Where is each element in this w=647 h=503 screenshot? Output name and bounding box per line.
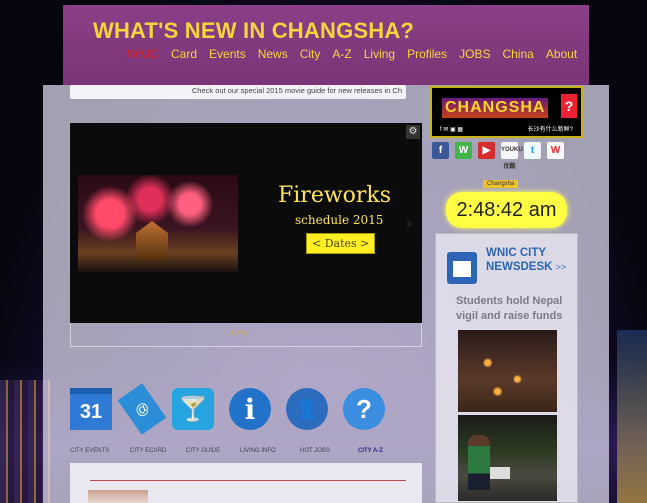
cocktail-icon[interactable]: 🍸 bbox=[172, 388, 214, 430]
nav-item-card[interactable]: Card bbox=[165, 47, 203, 61]
label-city-a-z[interactable]: CITY A-Z bbox=[358, 448, 398, 454]
person-figure bbox=[468, 435, 490, 490]
nav-item-jobs[interactable]: JOBS bbox=[453, 47, 496, 61]
nav-item-about[interactable]: About bbox=[540, 47, 583, 61]
newsdesk-title-line1: WNIC CITY bbox=[486, 247, 547, 259]
article-thumbnail[interactable] bbox=[88, 490, 148, 503]
donation-sign bbox=[490, 467, 510, 479]
label-hot-jobs[interactable]: HOT JOBS bbox=[300, 448, 358, 454]
newsdesk-more-link[interactable]: >> bbox=[556, 262, 567, 272]
quick-links-labels: CITY EVENTS CITY ECARD CITY GUIDE LIVING… bbox=[70, 448, 398, 454]
nav-item-city[interactable]: City bbox=[294, 47, 327, 61]
nav-item-news[interactable]: News bbox=[252, 47, 294, 61]
newsdesk-title[interactable]: WNIC CITY NEWSDESK >> bbox=[486, 246, 566, 274]
logo-tagline: 长沙有什么新鲜? bbox=[527, 127, 573, 133]
ecard-icon[interactable]: @ bbox=[117, 383, 167, 435]
newspaper-icon[interactable] bbox=[447, 252, 477, 284]
nav-item-events[interactable]: Events bbox=[203, 47, 252, 61]
fundraiser-photo[interactable] bbox=[458, 415, 557, 501]
clock-city-label: Changsha bbox=[483, 180, 519, 188]
newsdesk-panel: WNIC CITY NEWSDESK >> Students hold Nepa… bbox=[435, 233, 578, 503]
slider-dot[interactable]: ● Info bbox=[230, 330, 248, 337]
featured-slider[interactable]: Fireworks schedule 2015 < Dates > ⚙ › bbox=[70, 123, 422, 323]
logo-question-mark: ? bbox=[561, 94, 577, 118]
question-icon[interactable]: ? bbox=[343, 388, 385, 430]
facebook-icon[interactable]: f bbox=[432, 142, 449, 159]
wechat-icon[interactable]: W bbox=[455, 142, 472, 159]
site-header: WHAT'S NEW IN CHANGSHA? WNIC Card Events… bbox=[63, 5, 589, 85]
gear-icon[interactable]: ⚙ bbox=[406, 125, 420, 139]
vigil-photo[interactable] bbox=[458, 330, 557, 412]
nav-item-china[interactable]: China bbox=[496, 47, 539, 61]
person-icon[interactable]: 👤 bbox=[286, 388, 328, 430]
nav-item-a-z[interactable]: A-Z bbox=[326, 47, 357, 61]
label-living-info[interactable]: LIVING INFO bbox=[240, 448, 300, 454]
news-headline[interactable]: Students hold Nepal vigil and raise fund… bbox=[456, 294, 566, 324]
label-city-guide[interactable]: CITY GUIDE bbox=[186, 448, 240, 454]
calendar-icon[interactable]: 31 bbox=[70, 388, 112, 430]
slide-title: Fireworks bbox=[278, 183, 392, 208]
twitter-icon[interactable]: t bbox=[524, 142, 541, 159]
youku-icon[interactable]: YOUKU 优酷 bbox=[501, 142, 523, 170]
changsha-logo[interactable]: CHANGSHA ? 长沙有什么新鲜? f ✉ ▣ ▦ bbox=[430, 86, 583, 138]
quick-links-icons: 31 @ 🍸 i 👤 ? bbox=[70, 383, 385, 435]
news-ticker[interactable]: Check out our special 2015 movie guide f… bbox=[70, 85, 406, 99]
dates-button[interactable]: < Dates > bbox=[306, 233, 376, 254]
section-divider bbox=[90, 480, 406, 481]
nav-item-profiles[interactable]: Profiles bbox=[401, 47, 453, 61]
local-time-clock: 2:48:42 am bbox=[446, 192, 567, 228]
youtube-icon[interactable]: ▶ bbox=[478, 142, 495, 159]
logo-text: CHANGSHA bbox=[442, 98, 549, 118]
info-icon[interactable]: i bbox=[229, 388, 271, 430]
site-title[interactable]: WHAT'S NEW IN CHANGSHA? bbox=[93, 18, 414, 44]
newsdesk-title-line2: NEWSDESK bbox=[486, 261, 553, 273]
slide-subtitle: schedule 2015 bbox=[295, 213, 384, 227]
social-links: f W ▶ YOUKU 优酷 t W bbox=[432, 142, 564, 170]
weibo-icon[interactable]: W bbox=[547, 142, 564, 159]
background-tower-right bbox=[617, 330, 647, 503]
label-city-events[interactable]: CITY EVENTS bbox=[70, 448, 130, 454]
nav-item-wnic[interactable]: WNIC bbox=[121, 47, 165, 61]
label-city-ecard[interactable]: CITY ECARD bbox=[130, 448, 186, 454]
logo-share-icons: f ✉ ▣ ▦ bbox=[440, 127, 464, 133]
nav-item-living[interactable]: Living bbox=[358, 47, 401, 61]
main-nav: WNIC Card Events News City A-Z Living Pr… bbox=[121, 47, 583, 61]
next-arrow-icon[interactable]: › bbox=[407, 215, 412, 233]
